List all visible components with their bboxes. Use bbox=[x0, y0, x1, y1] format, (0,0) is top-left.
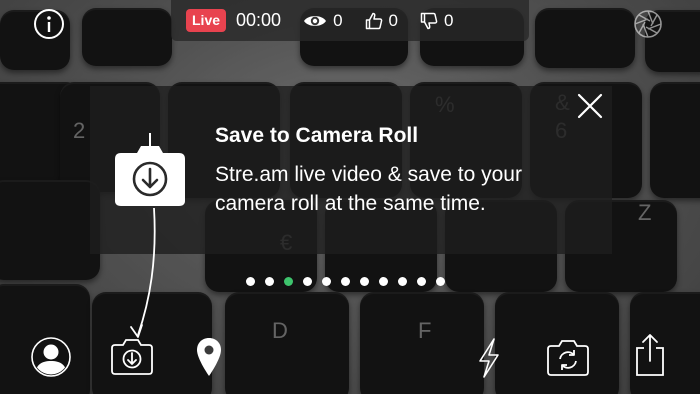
save-to-camera-roll-button[interactable] bbox=[110, 336, 154, 376]
flash-button[interactable] bbox=[477, 338, 501, 378]
close-icon bbox=[577, 93, 603, 119]
info-button[interactable] bbox=[34, 9, 64, 39]
views-counter: 0 bbox=[303, 10, 343, 31]
stream-status-bar: Live 00:00 0 0 0 bbox=[171, 0, 529, 41]
page-dot bbox=[398, 277, 407, 286]
tooltip-description: Stre.am live video & save to your camera… bbox=[215, 163, 522, 215]
page-dot bbox=[265, 277, 274, 286]
dislikes-count: 0 bbox=[444, 10, 454, 30]
page-dot bbox=[360, 277, 369, 286]
likes-counter: 0 bbox=[365, 11, 398, 31]
page-dot bbox=[436, 277, 445, 286]
info-icon bbox=[47, 16, 51, 32]
page-dot bbox=[303, 277, 312, 286]
page-dot-active bbox=[284, 277, 293, 286]
tooltip-title: Save to Camera Roll bbox=[215, 124, 419, 147]
live-badge: Live bbox=[186, 9, 227, 32]
page-dot bbox=[341, 277, 350, 286]
likes-count: 0 bbox=[388, 10, 398, 30]
views-count: 0 bbox=[333, 10, 343, 30]
switch-camera-button[interactable] bbox=[546, 337, 590, 377]
thumbs-down-icon bbox=[420, 12, 438, 29]
user-avatar-icon bbox=[31, 337, 71, 377]
stream-timer: 00:00 bbox=[236, 10, 282, 30]
lightning-icon bbox=[479, 338, 499, 378]
aperture-button[interactable] bbox=[634, 10, 662, 38]
camera-download-icon bbox=[115, 146, 185, 206]
page-dot bbox=[246, 277, 255, 286]
camera-download-icon bbox=[111, 339, 153, 375]
tooltip-close-button[interactable] bbox=[576, 92, 604, 120]
page-dot bbox=[417, 277, 426, 286]
profile-button[interactable] bbox=[31, 337, 71, 377]
page-dot bbox=[379, 277, 388, 286]
page-dot bbox=[322, 277, 331, 286]
share-button[interactable] bbox=[634, 333, 666, 377]
thumbs-up-icon bbox=[365, 12, 382, 29]
page-indicator bbox=[246, 277, 455, 286]
location-button[interactable] bbox=[196, 337, 222, 377]
share-icon bbox=[636, 334, 664, 376]
switch-camera-icon bbox=[547, 340, 589, 376]
map-pin-icon bbox=[197, 338, 221, 376]
aperture-icon bbox=[634, 10, 662, 38]
eye-icon bbox=[304, 15, 327, 26]
dislikes-counter: 0 bbox=[420, 11, 453, 31]
